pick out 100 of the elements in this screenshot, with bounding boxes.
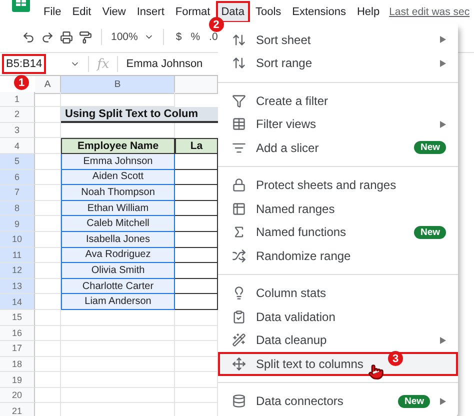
row-number[interactable]: 2 <box>0 107 35 123</box>
format-button[interactable]: $ <box>176 31 182 43</box>
grid-cell[interactable] <box>35 122 61 138</box>
table-cell: Caleb Mitchell <box>61 216 175 232</box>
grid-cell[interactable] <box>35 356 61 372</box>
grid-cell[interactable] <box>61 388 175 404</box>
menu-item[interactable]: Help <box>351 1 386 23</box>
name-box[interactable]: B5:B14 <box>2 54 46 74</box>
row-number[interactable]: 14 <box>0 294 35 310</box>
grid-cell[interactable] <box>35 310 61 326</box>
row-number[interactable]: 9 <box>0 216 35 232</box>
table-cell: Noah Thompson <box>61 185 175 201</box>
grid-cell[interactable] <box>61 310 175 326</box>
row-number[interactable]: 16 <box>0 326 35 342</box>
row-number[interactable]: 5 <box>0 154 35 170</box>
fx-label: fx <box>97 56 110 72</box>
grid-cell[interactable] <box>61 341 175 357</box>
print-icon[interactable] <box>60 30 73 44</box>
menu-option[interactable]: Filter views <box>218 112 458 136</box>
grid-cell[interactable] <box>35 326 61 342</box>
new-badge: New <box>414 141 446 154</box>
menu-option[interactable]: Protect sheets and ranges <box>218 174 458 197</box>
menu-item[interactable]: Extensions <box>286 1 352 23</box>
table-cell: Ava Rodriguez <box>61 248 175 264</box>
menu-item[interactable]: View <box>96 1 132 23</box>
table-cell: Charlotte Carter <box>61 278 175 294</box>
header-cell: La <box>175 138 218 154</box>
grid-cell[interactable] <box>35 388 61 404</box>
row-number[interactable]: 10 <box>0 232 35 248</box>
formula-input[interactable]: Emma Johnson <box>126 58 203 70</box>
grid-cell[interactable] <box>35 372 61 388</box>
menu-item[interactable]: Tools <box>250 1 287 23</box>
step-badge: 2 <box>208 17 224 32</box>
row-number[interactable]: 20 <box>0 388 35 404</box>
new-badge: New <box>398 394 430 408</box>
row-number[interactable]: 4 <box>0 138 35 154</box>
row-number[interactable]: 19 <box>0 372 35 388</box>
submenu-arrow-icon <box>440 60 446 67</box>
menu-option[interactable]: Add a slicer New <box>218 136 458 160</box>
menu-option[interactable]: Randomize range <box>218 244 458 268</box>
sort-icon <box>232 56 246 70</box>
submenu-arrow-icon <box>440 120 446 128</box>
row-number[interactable]: 21 <box>0 403 35 416</box>
format-button[interactable]: % <box>190 31 200 43</box>
table-cell: Ethan William <box>61 200 175 216</box>
header-cell: Employee Name <box>61 138 175 154</box>
row-number[interactable]: 13 <box>0 278 35 294</box>
database-icon <box>232 394 246 408</box>
filter-icon <box>232 94 246 108</box>
table-cell: Isabella Jones <box>61 232 175 248</box>
menu-item[interactable]: Edit <box>66 1 97 23</box>
table-icon <box>232 202 246 216</box>
row-number[interactable]: 18 <box>0 356 35 372</box>
menu-option[interactable]: Create a filter <box>218 89 458 112</box>
row-number[interactable]: 3 <box>0 122 35 138</box>
redo-icon[interactable] <box>41 30 54 44</box>
menu-option[interactable]: Sort range <box>218 52 458 75</box>
row-number[interactable]: 7 <box>0 185 35 201</box>
new-badge: New <box>414 226 446 239</box>
row-number[interactable]: 15 <box>0 310 35 326</box>
grid-cell[interactable] <box>35 92 61 108</box>
submenu-arrow-icon <box>440 36 446 44</box>
format-button[interactable]: .0 <box>209 31 218 43</box>
menu-option[interactable]: Named functions New <box>218 220 458 244</box>
menu-item[interactable]: Insert <box>131 1 170 23</box>
grid-cell[interactable] <box>61 372 175 388</box>
menu-option[interactable]: Data validation <box>218 305 458 328</box>
row-number[interactable]: 1 <box>0 92 35 108</box>
table-cell: Olivia Smith <box>61 263 175 279</box>
sort-icon <box>232 32 246 47</box>
column-header[interactable]: B <box>61 76 175 94</box>
row-number[interactable]: 6 <box>0 170 35 186</box>
table-cell: Emma Johnson <box>61 154 175 170</box>
spreadsheet-logo[interactable] <box>12 0 30 12</box>
grid-cell[interactable] <box>61 356 175 372</box>
row-number[interactable]: 17 <box>0 341 35 357</box>
menu-option[interactable]: Data cleanup <box>218 328 458 352</box>
zoom-select[interactable]: 100% <box>111 31 138 43</box>
menu-option[interactable]: Data connectors New <box>218 390 458 413</box>
column-header[interactable] <box>175 76 218 94</box>
slicer-icon <box>232 140 246 155</box>
table-cell: Liam Anderson <box>61 294 175 310</box>
lock-icon <box>232 178 246 192</box>
paint-format-icon[interactable] <box>79 30 92 44</box>
menu-option[interactable]: Named ranges <box>218 197 458 220</box>
column-header[interactable]: A <box>35 76 61 94</box>
title-cell: Using Split Text to Colum <box>61 107 218 123</box>
last-edit-link[interactable]: Last edit was sec <box>389 6 470 18</box>
row-number[interactable]: 12 <box>0 263 35 279</box>
grid-cell[interactable] <box>35 341 61 357</box>
menu-item[interactable]: File <box>38 1 67 23</box>
undo-icon[interactable] <box>22 30 35 44</box>
row-number[interactable]: 11 <box>0 248 35 264</box>
grid-cell[interactable] <box>61 326 175 342</box>
clipboard-check-icon <box>232 310 246 324</box>
sigma-icon <box>232 225 246 240</box>
menu-option[interactable]: Column stats <box>218 282 458 305</box>
submenu-arrow-icon <box>440 398 446 405</box>
row-number[interactable]: 8 <box>0 200 35 216</box>
lightbulb-icon <box>232 286 246 300</box>
